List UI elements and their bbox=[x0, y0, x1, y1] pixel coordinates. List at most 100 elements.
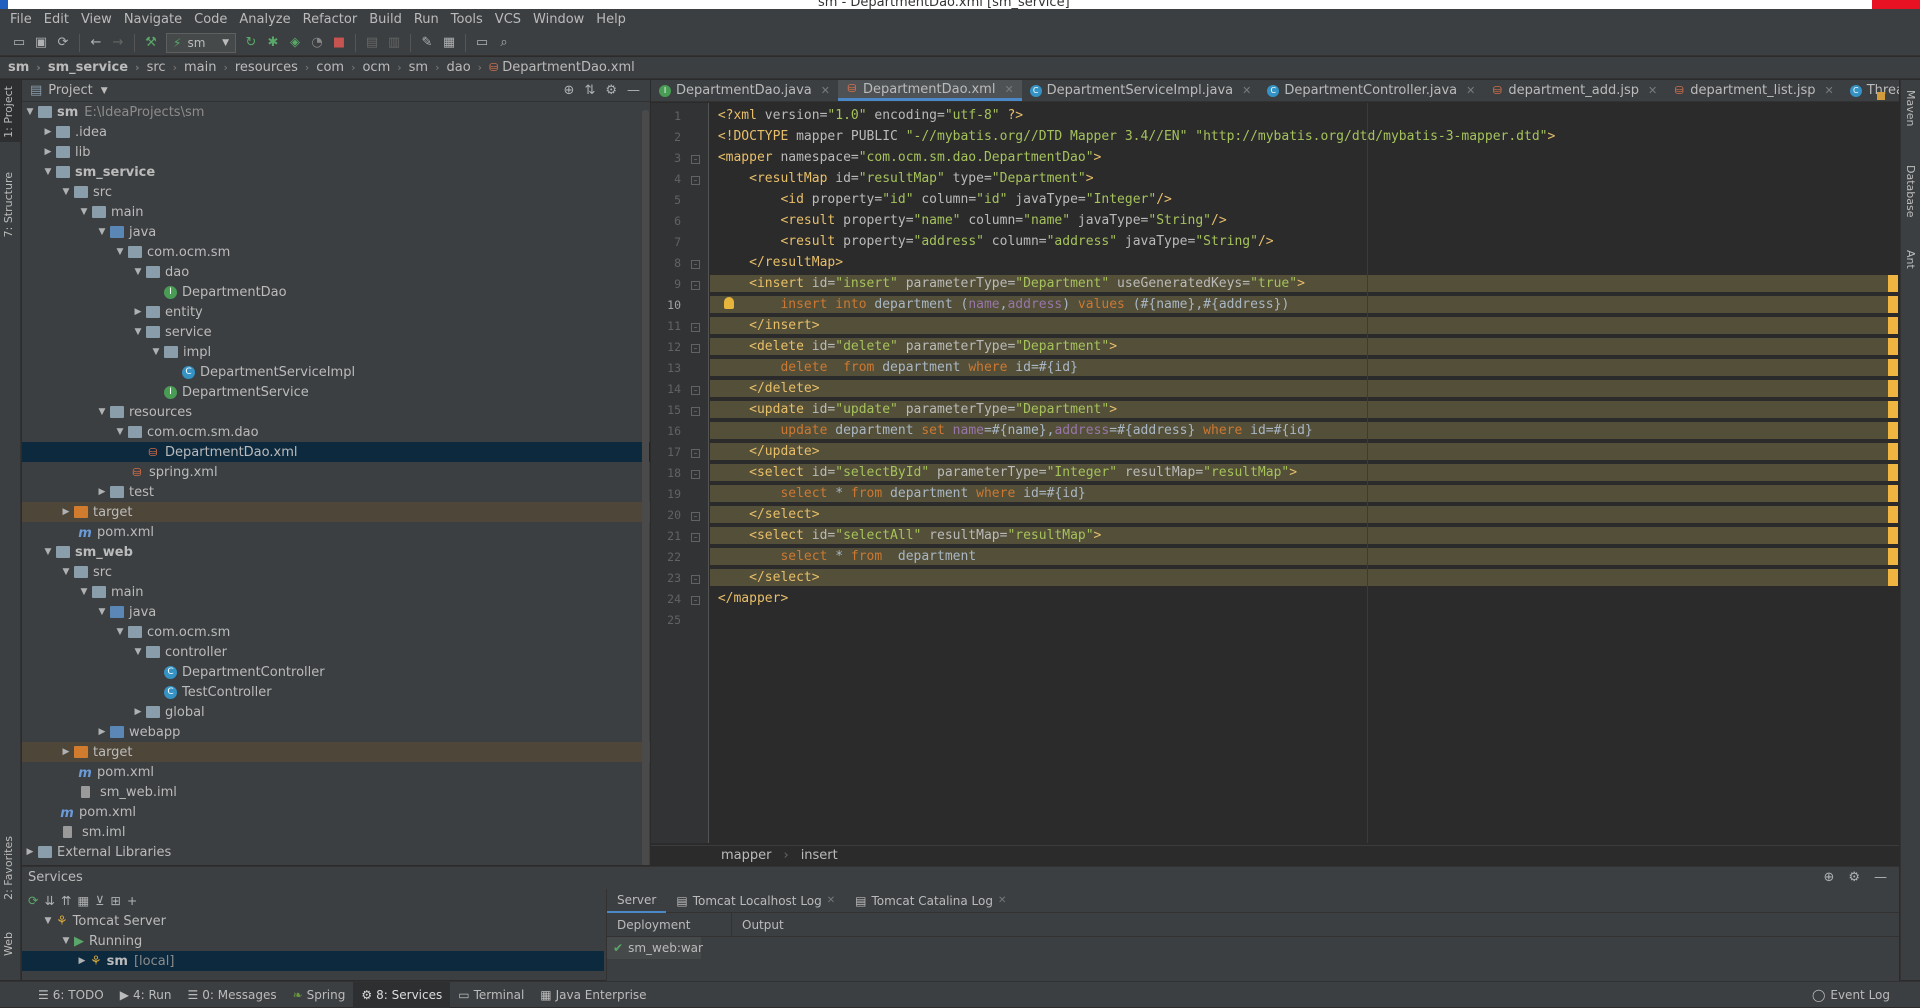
tab-departmentdao-java[interactable]: I DepartmentDao.java ✕ bbox=[651, 80, 838, 101]
fold-marker-icon[interactable]: – bbox=[691, 386, 700, 395]
tab-controller-java[interactable]: C DepartmentController.java ✕ bbox=[1259, 80, 1483, 101]
fold-marker-icon[interactable]: – bbox=[691, 281, 700, 290]
tree-node-departmentcontroller[interactable]: C DepartmentController bbox=[22, 662, 650, 682]
menu-vcs[interactable]: VCS bbox=[489, 12, 527, 27]
tree-node-service[interactable]: ▼ service bbox=[22, 322, 650, 342]
expand-arrow-icon[interactable]: ▼ bbox=[94, 227, 110, 237]
stop-icon[interactable]: ■ bbox=[328, 32, 350, 54]
expand-arrow-icon[interactable]: ▼ bbox=[130, 267, 146, 277]
code-line[interactable]: <!DOCTYPE mapper PUBLIC "-//mybatis.org/… bbox=[710, 128, 1896, 145]
tree-node-controller[interactable]: ▼ controller bbox=[22, 642, 650, 662]
menu-build[interactable]: Build bbox=[363, 12, 408, 27]
expand-arrow-icon[interactable]: ▼ bbox=[94, 407, 110, 417]
expand-arrow-icon[interactable]: ▼ bbox=[112, 627, 128, 637]
fold-marker-icon[interactable]: – bbox=[691, 533, 700, 542]
crumb-mapper[interactable]: mapper bbox=[721, 848, 771, 863]
tree-node-main[interactable]: ▼ main bbox=[22, 202, 650, 222]
expand-arrow-icon[interactable]: ▼ bbox=[40, 547, 56, 557]
expand-arrow-icon[interactable]: ▼ bbox=[130, 647, 146, 657]
java-enterprise-tool-button[interactable]: ▦ Java Enterprise bbox=[532, 982, 654, 1008]
collapse-arrow-icon[interactable]: ▶ bbox=[130, 707, 146, 717]
fold-marker-icon[interactable]: – bbox=[691, 575, 700, 584]
tab-departmentdao-xml[interactable]: ⛁ DepartmentDao.xml ✕ bbox=[837, 80, 1022, 101]
run-config-select[interactable]: ⚡ sm ▼ bbox=[166, 32, 236, 53]
expand-arrow-icon[interactable]: ▼ bbox=[130, 327, 146, 337]
code-line[interactable]: <result property="name" column="name" ja… bbox=[710, 212, 1896, 229]
close-icon[interactable]: ✕ bbox=[1466, 84, 1475, 97]
expand-arrow-icon[interactable]: ▼ bbox=[112, 427, 128, 437]
gear-icon[interactable]: ⚙ bbox=[1848, 870, 1860, 885]
code-line[interactable]: </insert> bbox=[710, 317, 1896, 334]
crumb-ocm[interactable]: ocm › bbox=[362, 60, 408, 75]
refresh-icon[interactable]: ⟳ bbox=[28, 893, 38, 908]
code-line[interactable]: </mapper> bbox=[710, 590, 1896, 607]
tree-node-src[interactable]: ▼ src bbox=[22, 562, 650, 582]
search-icon[interactable]: ⌕ bbox=[493, 32, 515, 54]
tree-node-sm-service[interactable]: ▼ sm_service bbox=[22, 162, 650, 182]
fold-marker-icon[interactable]: – bbox=[691, 449, 700, 458]
fold-marker-icon[interactable]: – bbox=[691, 323, 700, 332]
crumb-main[interactable]: main › bbox=[184, 60, 235, 75]
fold-marker-icon[interactable]: – bbox=[691, 344, 700, 353]
project-scrollbar[interactable] bbox=[642, 110, 649, 865]
collapse-arrow-icon[interactable]: ▶ bbox=[22, 847, 38, 857]
tree-node-impl[interactable]: ▼ impl bbox=[22, 342, 650, 362]
code-line[interactable]: <id property="id" column="id" javaType="… bbox=[710, 191, 1896, 208]
tree-node-entity[interactable]: ▶ entity bbox=[22, 302, 650, 322]
menu-window[interactable]: Window bbox=[527, 12, 590, 27]
code-line[interactable]: <mapper namespace="com.ocm.sm.dao.Depart… bbox=[710, 149, 1896, 166]
menu-tools[interactable]: Tools bbox=[445, 12, 489, 27]
tree-node-target[interactable]: ▶ target bbox=[22, 502, 650, 522]
close-icon[interactable]: ✕ bbox=[1825, 84, 1834, 97]
tree-node-java[interactable]: ▼ java bbox=[22, 602, 650, 622]
expand-arrow-icon[interactable]: ▼ bbox=[40, 167, 56, 177]
service-tomcat-server[interactable]: ▼ ⚘ Tomcat Server bbox=[22, 911, 604, 931]
collapse-arrow-icon[interactable]: ▶ bbox=[40, 127, 56, 137]
coverage-icon[interactable]: ◈ bbox=[284, 32, 306, 54]
collapse-arrow-icon[interactable]: ▶ bbox=[130, 307, 146, 317]
service-sm-local[interactable]: ▶ ⚘ sm [local] bbox=[22, 951, 604, 971]
code-line[interactable]: select * from department bbox=[710, 548, 1896, 565]
crumb-com[interactable]: com › bbox=[316, 60, 362, 75]
fold-marker-icon[interactable]: – bbox=[691, 260, 700, 269]
tree-node-pom[interactable]: m pom.xml bbox=[22, 522, 650, 542]
collapse-arrow-icon[interactable]: ▶ bbox=[74, 956, 90, 966]
tree-node-src[interactable]: ▼ src bbox=[22, 182, 650, 202]
crumb-sm-service[interactable]: sm_service › bbox=[48, 60, 147, 75]
code-line[interactable]: </delete> bbox=[710, 380, 1896, 397]
close-icon[interactable]: ✕ bbox=[821, 84, 830, 97]
tree-node-package[interactable]: ▼ com.ocm.sm bbox=[22, 242, 650, 262]
code-line[interactable]: <delete id="delete" parameterType="Depar… bbox=[710, 338, 1896, 355]
crumb-src[interactable]: src › bbox=[147, 60, 184, 75]
tab-catalina-log[interactable]: ▤ Tomcat Catalina Log ✕ bbox=[845, 889, 1016, 913]
open-icon[interactable]: ▭ bbox=[8, 32, 30, 54]
menu-navigate[interactable]: Navigate bbox=[118, 12, 188, 27]
tree-node-resources[interactable]: ▼ resources bbox=[22, 402, 650, 422]
minimize-icon[interactable]: — bbox=[627, 83, 640, 98]
add-icon[interactable]: + bbox=[127, 893, 137, 908]
code-line[interactable]: <insert id="insert" parameterType="Depar… bbox=[710, 275, 1896, 292]
tree-node-root-iml[interactable]: sm.iml bbox=[22, 822, 650, 842]
crumb-dao[interactable]: dao › bbox=[446, 60, 489, 75]
rerun-icon[interactable]: ↻ bbox=[240, 32, 262, 54]
code-editor[interactable]: <?xml version="1.0" encoding="utf-8" ?> … bbox=[710, 103, 1898, 843]
expand-arrow-icon[interactable]: ▼ bbox=[76, 587, 92, 597]
close-window-button[interactable] bbox=[1872, 0, 1920, 9]
code-line[interactable]: </select> bbox=[710, 569, 1896, 586]
vcs-commit-icon[interactable]: ▥ bbox=[383, 32, 405, 54]
expand-all-icon[interactable]: ⇊ bbox=[44, 893, 54, 908]
subtab-deployment[interactable]: Deployment bbox=[607, 912, 732, 937]
menu-view[interactable]: View bbox=[75, 12, 118, 27]
gear-icon[interactable]: ⚙ bbox=[605, 83, 617, 98]
code-line[interactable]: update department set name=#{name},addre… bbox=[710, 422, 1896, 439]
fold-marker-icon[interactable]: – bbox=[691, 155, 700, 164]
fold-marker-icon[interactable]: – bbox=[691, 176, 700, 185]
crumb-resources[interactable]: resources › bbox=[235, 60, 316, 75]
crumb-sm[interactable]: sm › bbox=[8, 60, 48, 75]
tree-node-java[interactable]: ▼ java bbox=[22, 222, 650, 242]
menu-refactor[interactable]: Refactor bbox=[297, 12, 364, 27]
tree-node-spring-xml[interactable]: ⛁ spring.xml bbox=[22, 462, 650, 482]
ant-tool-label[interactable]: Ant bbox=[1904, 250, 1917, 269]
tab-server[interactable]: Server bbox=[607, 889, 667, 913]
collapse-arrow-icon[interactable]: ▶ bbox=[94, 727, 110, 737]
